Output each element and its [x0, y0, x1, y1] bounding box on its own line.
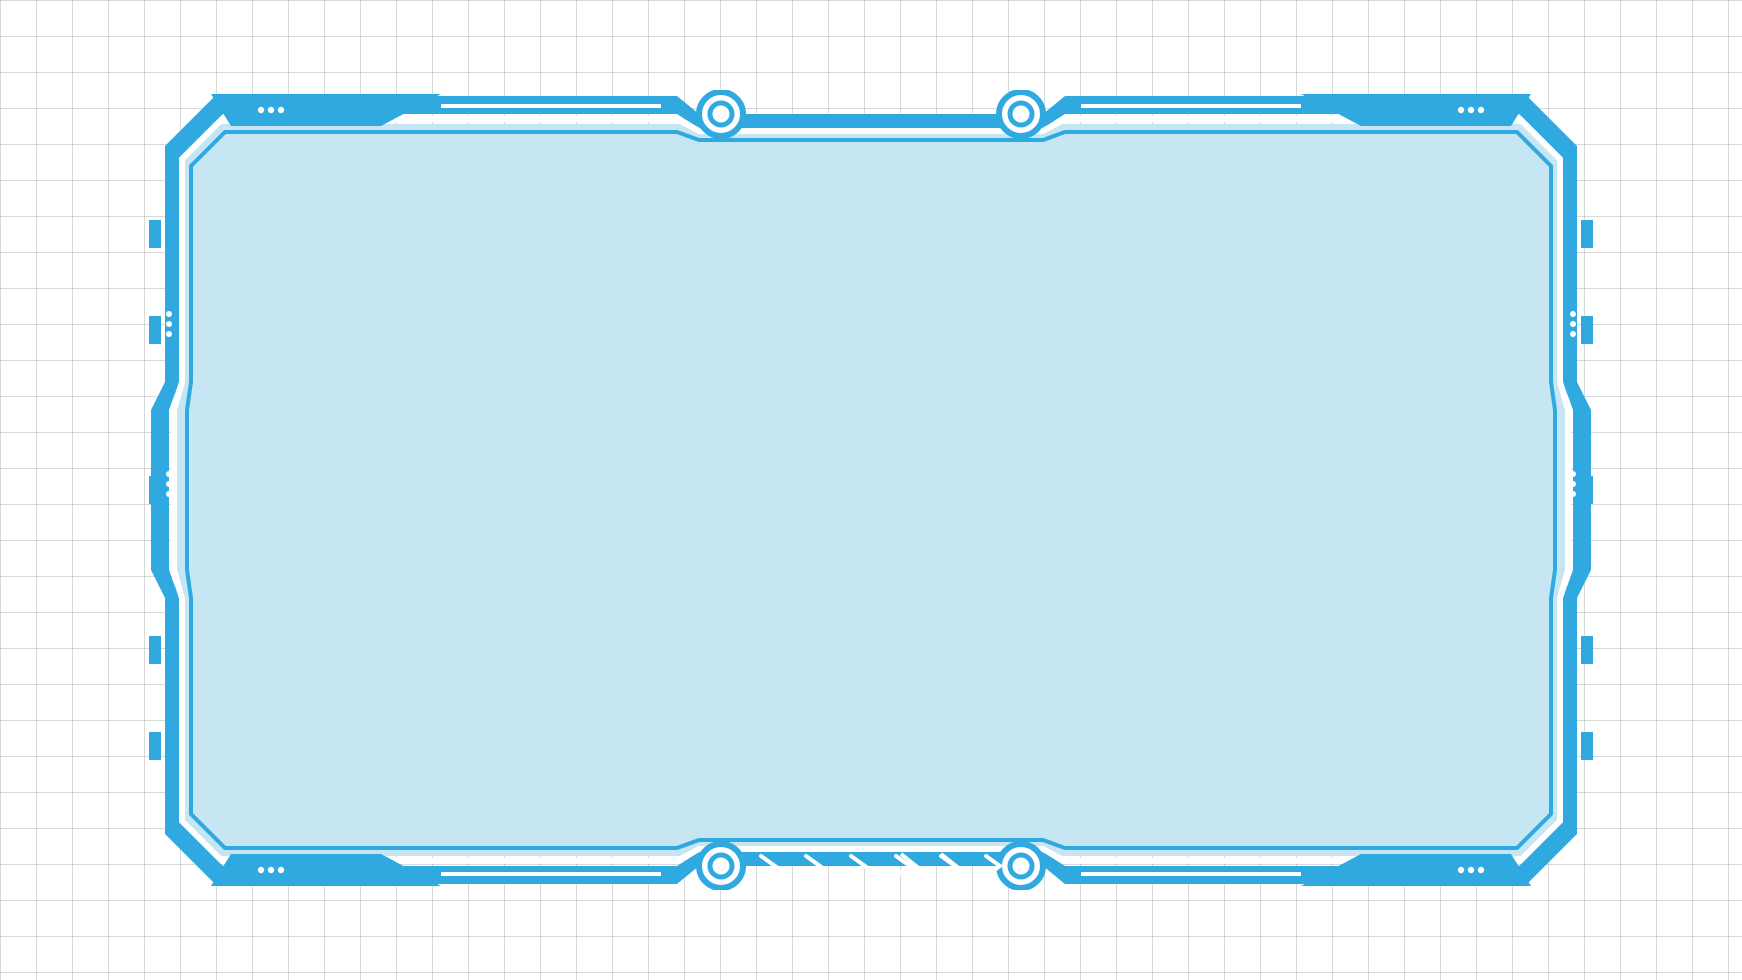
right-rail-tick-1: [1581, 220, 1593, 248]
left-rail-tick-4: [149, 636, 161, 664]
left-rail-tick-1: [149, 220, 161, 248]
right-rail-tick-3: [1581, 476, 1593, 504]
wing-br-dot-1: [1478, 867, 1484, 873]
left-rail-mid-dot-3: [166, 491, 172, 497]
wing-bl-dot-3: [278, 867, 284, 873]
left-rail-upper-dot-3: [166, 331, 172, 337]
right-rail-mid-dot-2: [1570, 481, 1576, 487]
wing-tr-dot-3: [1458, 107, 1464, 113]
hud-frame: [141, 90, 1601, 890]
hud-frame-svg: [141, 90, 1601, 890]
right-rail-upper-dot-1: [1570, 311, 1576, 317]
left-rail-mid-dot-1: [166, 471, 172, 477]
right-rail-tick-2: [1581, 316, 1593, 344]
left-rail-upper-dot-1: [166, 311, 172, 317]
accent-line-1: [441, 104, 661, 108]
wing-bl-dot-2: [268, 867, 274, 873]
right-rail-mid-dot-3: [1570, 491, 1576, 497]
right-rail-tick-4: [1581, 636, 1593, 664]
bottom-notch-ring-1: [699, 844, 743, 888]
left-rail-tick-5: [149, 732, 161, 760]
top-notch-ring-1: [699, 92, 743, 136]
wing-bl-dot-1: [258, 867, 264, 873]
left-rail-mid-dot-2: [166, 481, 172, 487]
wing-br-dot-2: [1468, 867, 1474, 873]
top-notch-ring-2: [999, 92, 1043, 136]
bottom-notch-ring-2: [999, 844, 1043, 888]
left-rail-tick-3: [149, 476, 161, 504]
accent-line-2: [1081, 104, 1301, 108]
wing-tr-dot-2: [1468, 107, 1474, 113]
wing-tl-dot-2: [268, 107, 274, 113]
accent-line-4: [1081, 872, 1301, 876]
panel-fill: [175, 124, 1567, 856]
right-rail-upper-dot-2: [1570, 321, 1576, 327]
right-rail-mid-dot-1: [1570, 471, 1576, 477]
wing-tl-dot-3: [278, 107, 284, 113]
wing-tr-dot-1: [1478, 107, 1484, 113]
right-rail-tick-5: [1581, 732, 1593, 760]
left-rail-upper-dot-2: [166, 321, 172, 327]
wing-br-dot-3: [1458, 867, 1464, 873]
wing-tl-dot-1: [258, 107, 264, 113]
left-rail-tick-2: [149, 316, 161, 344]
right-rail-upper-dot-3: [1570, 331, 1576, 337]
accent-line-3: [441, 872, 661, 876]
